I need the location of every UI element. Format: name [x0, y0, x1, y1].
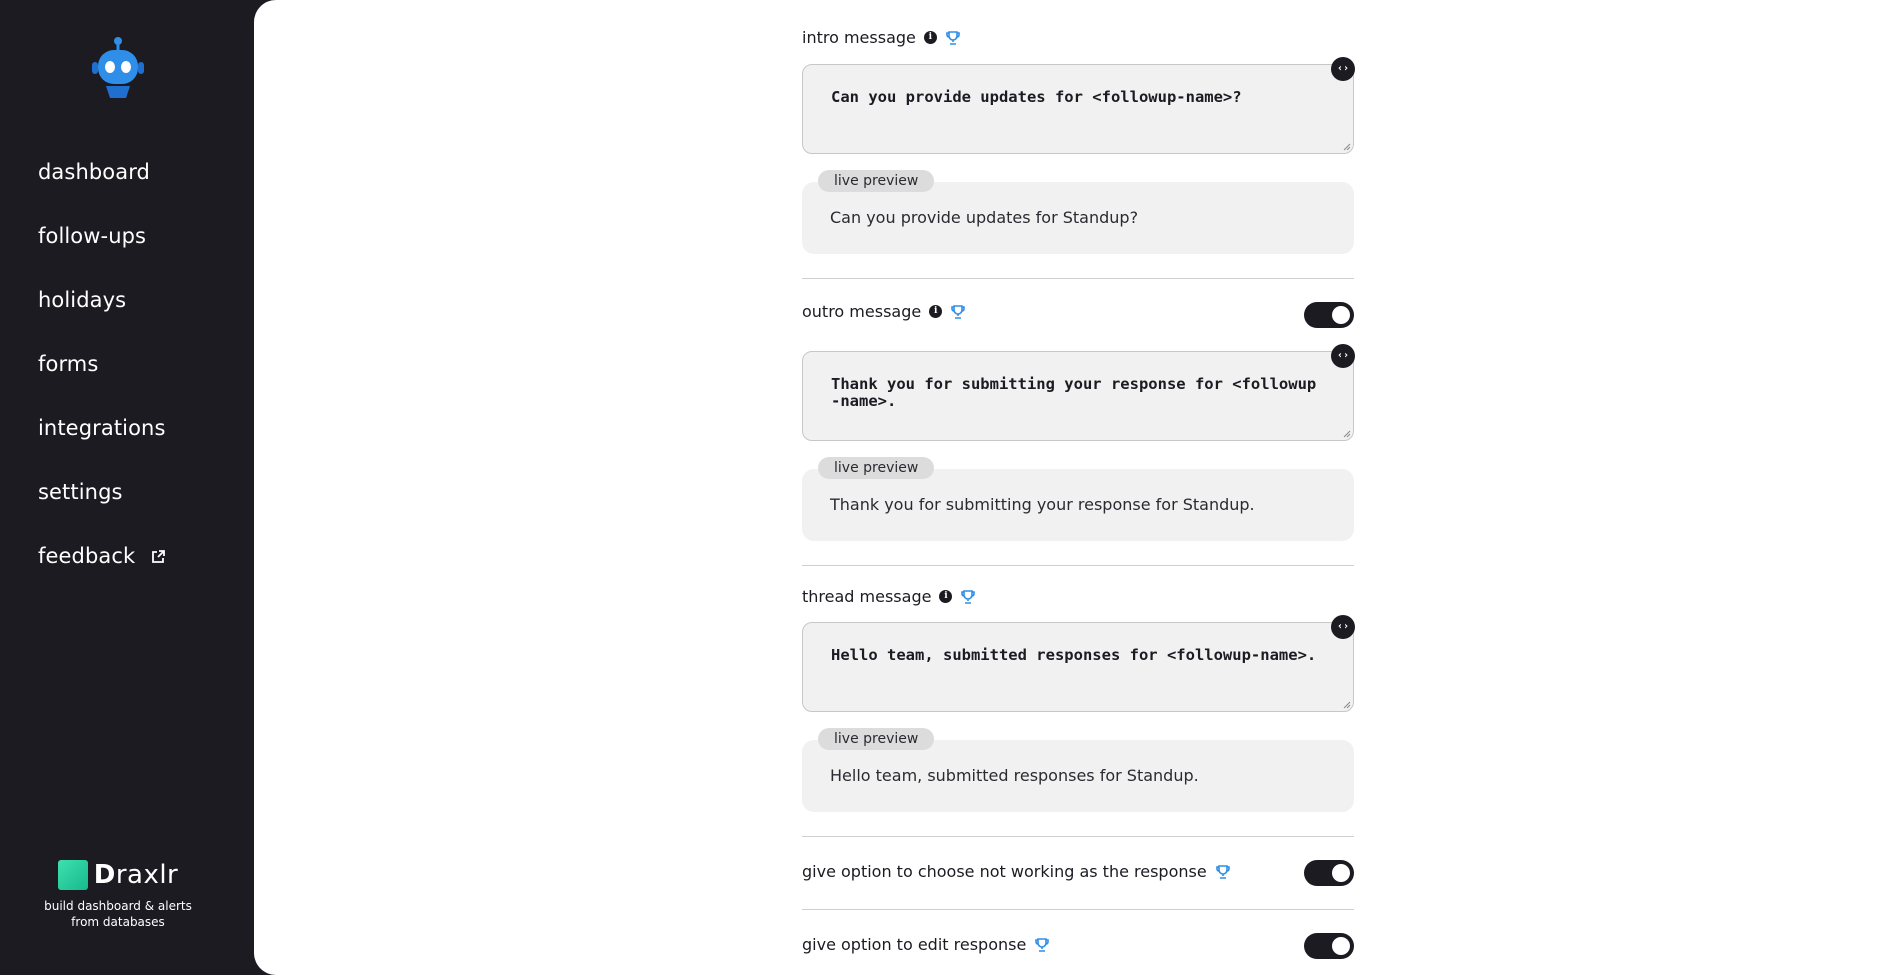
edit-response-option-label: give option to edit response [802, 935, 1027, 954]
outro-message-label: outro message [802, 302, 922, 321]
divider [802, 278, 1354, 279]
sidebar-item-feedback[interactable]: feedback [38, 534, 166, 598]
robot-icon[interactable] [90, 36, 146, 106]
divider [802, 836, 1354, 837]
outro-message-editor[interactable]: Thank you for submitting your response f… [802, 344, 1355, 441]
sidebar-item-label: feedback [38, 544, 136, 568]
brand: Draxlr build dashboard & alerts from dat… [0, 860, 236, 930]
brand-tagline: build dashboard & alerts from databases [44, 899, 192, 929]
outro-live-preview: live preview Thank you for submitting yo… [802, 457, 1354, 541]
live-preview-badge: live preview [818, 457, 935, 479]
edit-response-option-row: give option to edit response [802, 935, 1050, 954]
resize-handle-icon[interactable] [1343, 430, 1351, 438]
code-toggle-icon[interactable]: ‹› [1331, 615, 1355, 639]
trophy-icon[interactable] [1215, 864, 1231, 880]
trophy-icon[interactable] [960, 589, 976, 605]
divider [802, 565, 1354, 566]
code-toggle-icon[interactable]: ‹› [1331, 344, 1355, 368]
info-icon[interactable]: i [923, 31, 937, 44]
not-working-option-row: give option to choose not working as the… [802, 862, 1231, 881]
draxlr-logo-icon [57, 860, 88, 890]
edit-response-option-toggle[interactable] [1304, 933, 1354, 959]
intro-message-editor[interactable]: Can you provide updates for <followup-na… [802, 57, 1355, 154]
brand-name: Draxlr [93, 860, 179, 890]
sidebar-item-holidays[interactable]: holidays [38, 278, 166, 342]
code-toggle-icon[interactable]: ‹› [1331, 57, 1355, 81]
outro-message-label-row: outro message i [802, 302, 966, 321]
info-icon[interactable]: i [929, 305, 943, 318]
live-preview-badge: live preview [818, 170, 935, 192]
intro-message-label-row: intro message i [802, 28, 961, 47]
intro-message-label: intro message [802, 28, 916, 47]
sidebar-nav: dashboard follow-ups holidays forms inte… [38, 150, 166, 598]
info-icon[interactable]: i [939, 590, 953, 603]
thread-message-label-row: thread message i [802, 587, 976, 606]
sidebar-item-integrations[interactable]: integrations [38, 406, 166, 470]
sidebar-item-follow-ups[interactable]: follow-ups [38, 214, 166, 278]
thread-message-editor[interactable]: Hello team, submitted responses for <fol… [802, 615, 1355, 712]
not-working-option-label: give option to choose not working as the… [802, 862, 1207, 881]
main-panel: intro message i Can you provide updates … [254, 0, 1902, 975]
sidebar-item-forms[interactable]: forms [38, 342, 166, 406]
not-working-option-toggle[interactable] [1304, 860, 1354, 886]
thread-message-label: thread message [802, 587, 932, 606]
thread-live-preview: live preview Hello team, submitted respo… [802, 728, 1354, 812]
sidebar: dashboard follow-ups holidays forms inte… [0, 0, 254, 975]
live-preview-badge: live preview [818, 728, 935, 750]
trophy-icon[interactable] [950, 304, 966, 320]
intro-live-preview: live preview Can you provide updates for… [802, 170, 1354, 254]
sidebar-item-settings[interactable]: settings [38, 470, 166, 534]
external-link-icon [152, 550, 165, 563]
divider [802, 909, 1354, 910]
resize-handle-icon[interactable] [1343, 143, 1351, 151]
outro-message-toggle[interactable] [1304, 302, 1354, 328]
trophy-icon[interactable] [945, 30, 961, 46]
trophy-icon[interactable] [1034, 937, 1050, 953]
resize-handle-icon[interactable] [1343, 701, 1351, 709]
sidebar-item-dashboard[interactable]: dashboard [38, 150, 166, 214]
